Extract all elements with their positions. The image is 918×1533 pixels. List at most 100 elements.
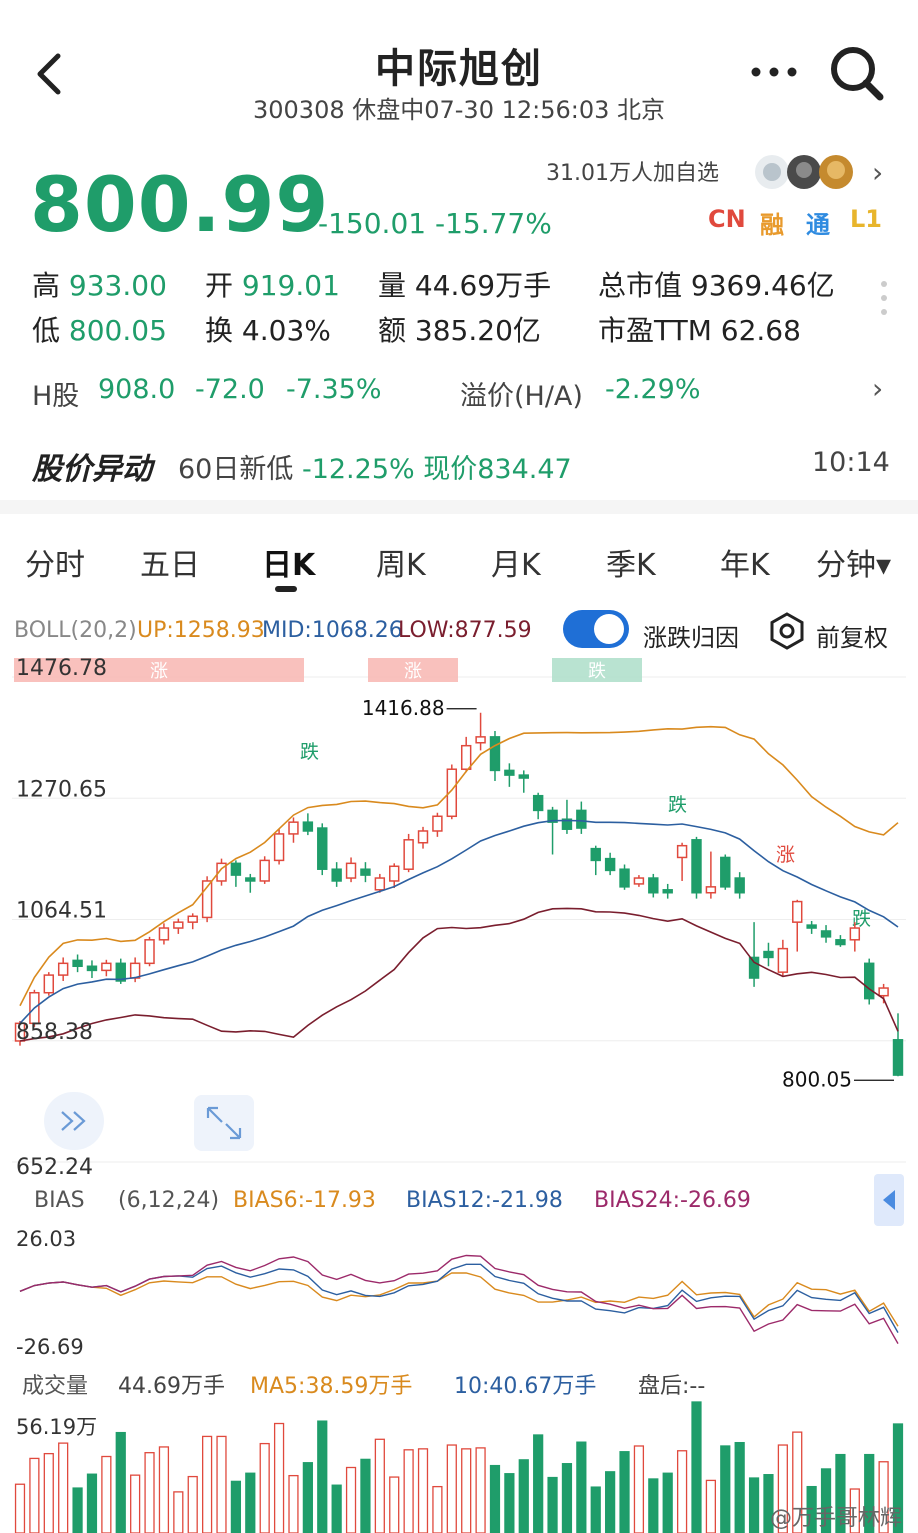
candle <box>648 877 659 894</box>
event-label: 涨 <box>776 844 795 866</box>
y-tick-label: 858.38 <box>16 1020 93 1045</box>
collapse-button[interactable] <box>874 1174 904 1226</box>
bias24-line <box>19 1254 899 1344</box>
candle <box>835 939 846 946</box>
candle <box>504 769 515 776</box>
candle <box>532 794 544 812</box>
section-divider <box>0 500 918 514</box>
badge-connect[interactable]: 通 <box>806 205 830 240</box>
hshare-price: 908.0 <box>98 374 176 405</box>
expand-button <box>194 1095 254 1151</box>
vertical-dots-icon[interactable] <box>880 280 888 320</box>
tab-weekly-k[interactable]: 周K <box>376 540 426 584</box>
volume-value: 44.69万手 <box>118 1374 225 1399</box>
candle <box>720 856 731 888</box>
volume-bar <box>302 1462 313 1533</box>
volume-bar <box>403 1449 414 1533</box>
stat-amount: 额 385.20亿 <box>378 314 541 347</box>
bias12: BIAS12:-21.98 <box>406 1188 563 1213</box>
candle <box>604 857 616 872</box>
volume-bar <box>86 1473 98 1533</box>
volume-bar <box>259 1442 270 1533</box>
candle <box>763 950 774 959</box>
y-tick-label: 1476.78 <box>16 656 107 681</box>
candle <box>288 821 299 835</box>
chevron-right-icon[interactable]: › <box>872 372 883 405</box>
adjust-label[interactable]: 前复权 <box>816 618 888 653</box>
tab-yearly-k[interactable]: 年K <box>720 540 770 584</box>
tab-intraday[interactable]: 分时 <box>25 540 85 584</box>
candle <box>417 830 429 844</box>
watermark: @万手哥林辉 <box>770 1506 903 1531</box>
candle <box>173 921 184 929</box>
candle <box>187 915 198 923</box>
stat-pe: 市盈TTM 62.68 <box>598 314 801 347</box>
search-button[interactable] <box>828 44 886 102</box>
volume-bar <box>331 1484 342 1533</box>
chevron-right-icon[interactable]: › <box>872 156 883 189</box>
tab-daily-k[interactable]: 日K <box>262 540 315 584</box>
volume-bar <box>518 1459 529 1533</box>
event-label: 跌 <box>300 741 319 763</box>
more-button[interactable] <box>748 56 800 86</box>
candle <box>777 947 789 973</box>
scroll-button <box>44 1092 104 1150</box>
volume-bar <box>461 1448 472 1533</box>
tab-five-day[interactable]: 五日 <box>140 540 200 584</box>
bias-ymax-label: 26.03 <box>16 1227 76 1251</box>
volume-bar <box>72 1487 83 1533</box>
volume-bar <box>734 1441 745 1533</box>
candle <box>878 987 889 997</box>
watchlist-count[interactable]: 31.01万人加自选 <box>546 155 719 187</box>
candle <box>432 815 443 832</box>
bias-label[interactable]: BIAS <box>34 1188 85 1213</box>
badge-margin[interactable]: 融 <box>760 205 784 240</box>
candle <box>389 865 400 882</box>
volume-bar <box>705 1479 716 1533</box>
candle <box>72 959 83 968</box>
candle <box>302 821 314 832</box>
search-icon <box>831 47 884 101</box>
alert-time: 10:14 <box>812 447 890 478</box>
premium-label: 溢价(H/A) <box>460 381 583 412</box>
volume-bar <box>576 1441 587 1533</box>
candle <box>158 927 170 941</box>
settings-icon[interactable] <box>768 612 806 654</box>
tab-minute[interactable]: 分钟▾ <box>816 540 891 584</box>
volume-bar <box>648 1478 659 1533</box>
volume-bar <box>288 1474 299 1533</box>
candle <box>245 877 256 882</box>
volume-bar <box>389 1476 400 1533</box>
candle <box>792 900 803 923</box>
boll-lower-line <box>19 907 899 1042</box>
badge-cn[interactable]: CN <box>708 205 746 233</box>
volume-bar <box>432 1485 443 1533</box>
candle <box>806 924 817 929</box>
y-tick-label: 652.24 <box>16 1155 93 1180</box>
bias6-line <box>19 1272 899 1327</box>
y-tick-label: 1064.51 <box>16 899 107 924</box>
volume-bar <box>590 1486 601 1533</box>
bias24: BIAS24:-26.69 <box>594 1188 751 1213</box>
candle <box>691 839 702 894</box>
volume-bar <box>533 1434 544 1533</box>
candle <box>705 886 717 894</box>
bias6: BIAS6:-17.93 <box>233 1188 376 1213</box>
avatar-group-icon <box>755 155 853 189</box>
alert-text[interactable]: 60日新低 -12.25% 现价834.47 <box>178 447 572 486</box>
candle <box>518 774 529 779</box>
boll-label[interactable]: BOLL(20,2) <box>14 618 137 643</box>
candle <box>331 868 342 882</box>
volume-label[interactable]: 成交量 <box>22 1368 88 1400</box>
badge-l1[interactable]: L1 <box>850 205 882 233</box>
candle <box>619 868 630 888</box>
volume-bar <box>676 1450 688 1533</box>
attribution-label[interactable]: 涨跌归因 <box>643 618 739 653</box>
tab-monthly-k[interactable]: 月K <box>491 540 541 584</box>
volume-bar <box>720 1445 731 1533</box>
tab-quarterly-k[interactable]: 季K <box>606 540 656 584</box>
boll-mid-line <box>19 819 899 1024</box>
volume-bar <box>43 1452 54 1533</box>
max-price-label: 1416.88 <box>362 696 445 720</box>
user-avatars[interactable] <box>752 150 862 194</box>
